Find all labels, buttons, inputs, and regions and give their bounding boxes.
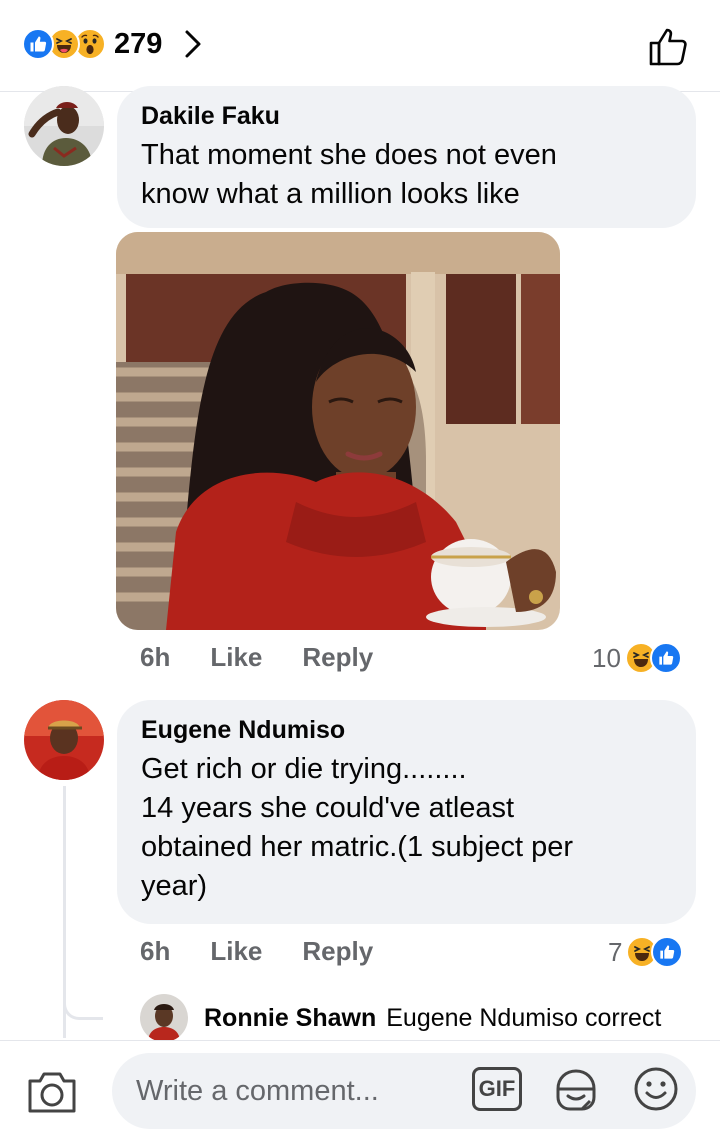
- comment-input[interactable]: [136, 1067, 466, 1115]
- like-icon: [651, 936, 684, 968]
- comment-input-container: GIF: [112, 1053, 696, 1129]
- like-button[interactable]: Like: [210, 936, 262, 967]
- reply-preview[interactable]: Ronnie Shawn Eugene Ndumiso correct: [140, 994, 661, 1042]
- avatar-ronnie-shawn: [140, 994, 188, 1042]
- sticker-icon[interactable]: [550, 1063, 602, 1115]
- like-post-button[interactable]: [644, 22, 692, 70]
- like-icon: [22, 28, 54, 60]
- comment-meta: 6h Like Reply: [140, 936, 373, 967]
- reply-button[interactable]: Reply: [302, 936, 373, 967]
- reaction-count: 279: [114, 27, 163, 60]
- comment-meta: 6h Like Reply: [140, 642, 373, 673]
- comment-text-line: 14 years she could've atleast: [141, 792, 515, 824]
- comment-reaction-count: 7: [608, 936, 623, 967]
- comment-text-line: know what a million looks like: [141, 178, 520, 210]
- comment-composer-bar: GIF: [0, 1040, 720, 1136]
- chevron-right-icon: [184, 29, 202, 59]
- comment-photo[interactable]: [116, 232, 560, 630]
- comment-reactions[interactable]: 7: [608, 936, 684, 968]
- comment-text-line: obtained her matric.(1 subject per: [141, 831, 573, 863]
- comment-bubble: Dakile Faku That moment she does not eve…: [117, 86, 696, 228]
- thumbs-up-icon: [649, 28, 687, 66]
- comment-author[interactable]: Dakile Faku: [141, 100, 672, 132]
- like-icon: [649, 642, 682, 674]
- comment-text-line: Get rich or die trying........: [141, 753, 467, 785]
- comment-bubble: Eugene Ndumiso Get rich or die trying...…: [117, 700, 696, 924]
- comment-author[interactable]: Eugene Ndumiso: [141, 714, 672, 746]
- emoji-icon[interactable]: [630, 1063, 682, 1115]
- reply-author: Ronnie Shawn: [204, 1003, 377, 1032]
- comment-reaction-count: 10: [592, 642, 621, 673]
- camera-icon[interactable]: [26, 1069, 84, 1119]
- reply-thread-connector: [63, 990, 103, 1020]
- comment-reactions[interactable]: 10: [592, 642, 682, 674]
- reply-button[interactable]: Reply: [302, 642, 373, 673]
- like-button[interactable]: Like: [210, 642, 262, 673]
- reactions-header: 279: [0, 0, 720, 92]
- gif-button[interactable]: GIF: [472, 1067, 522, 1111]
- comment-text-line: That moment she does not even: [141, 139, 557, 171]
- comment-time: 6h: [140, 936, 171, 966]
- comment-time: 6h: [140, 642, 171, 672]
- avatar-eugene-ndumiso[interactable]: [24, 700, 104, 780]
- reactions-summary[interactable]: 279: [22, 24, 202, 64]
- comment-text-line: year): [141, 870, 208, 902]
- avatar-dakile-faku[interactable]: [24, 86, 104, 166]
- reply-text: Eugene Ndumiso correct: [386, 1003, 662, 1032]
